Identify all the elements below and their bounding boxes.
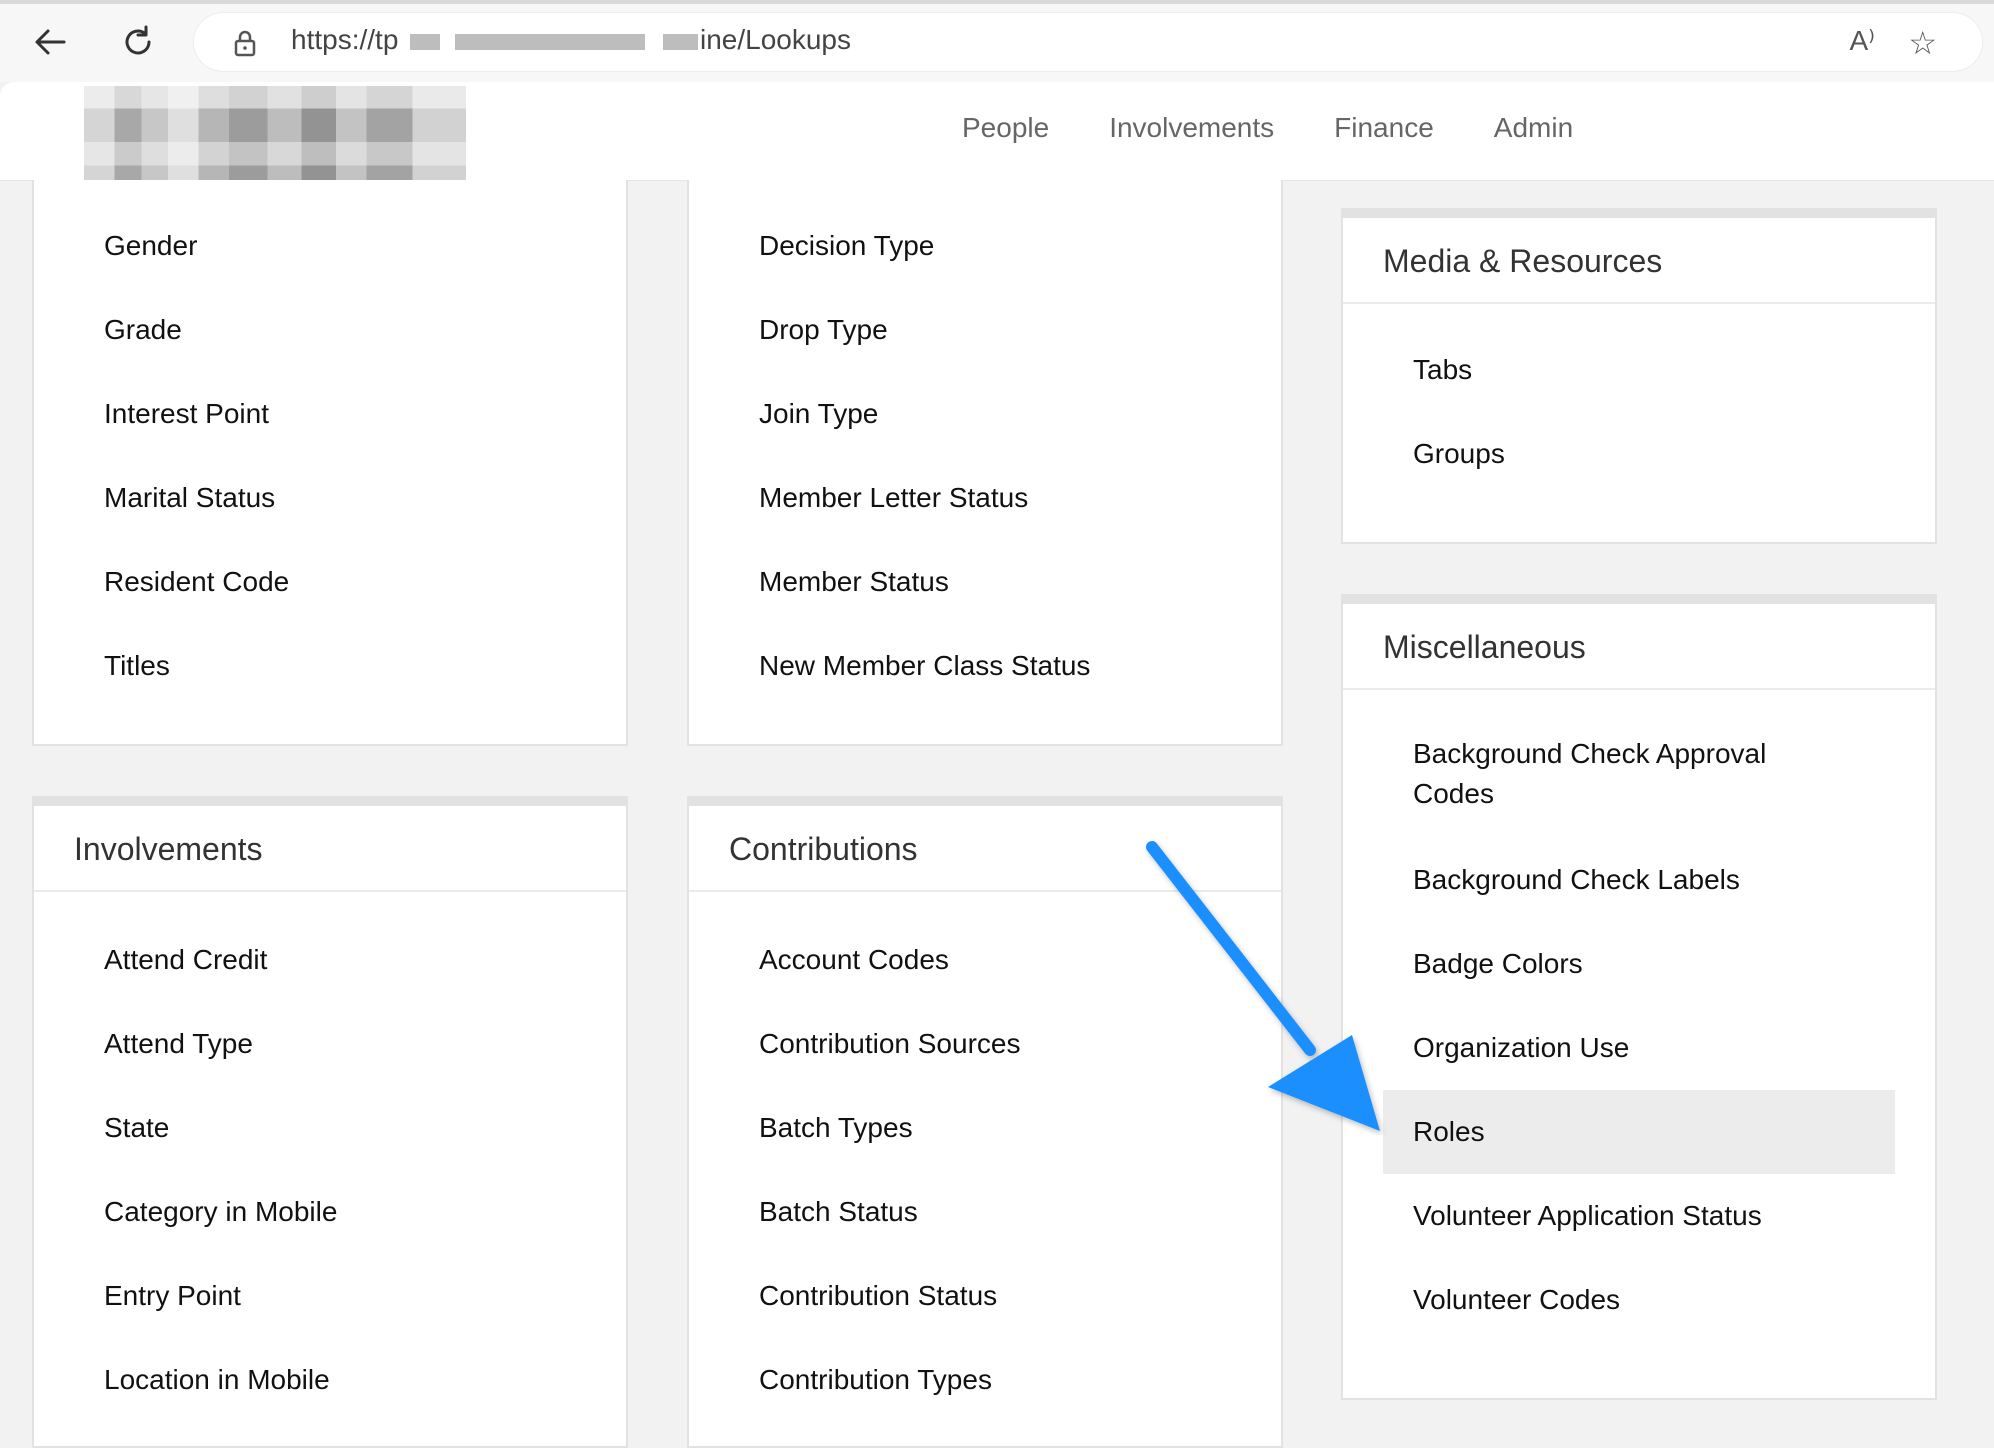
lookup-location-in-mobile[interactable]: Location in Mobile [34,1338,626,1422]
people-lookups-list: Gender Grade Interest Point Marital Stat… [34,204,626,708]
lookup-resident-code[interactable]: Resident Code [34,540,626,624]
lookup-groups[interactable]: Groups [1343,412,1935,496]
callout-arrow-icon [1146,841,1380,1131]
browser-toolbar: https://tp ine/Lookups A⁾ ☆ [0,0,1994,82]
involvements-title: Involvements [34,806,626,892]
involvements-list: Attend Credit Attend Type State Category… [34,918,626,1422]
redacted-url-part [410,34,440,50]
lookup-attend-type[interactable]: Attend Type [34,1002,626,1086]
media-resources-list: Tabs Groups [1343,328,1935,496]
lookup-member-letter-status[interactable]: Member Letter Status [689,456,1281,540]
read-aloud-icon[interactable]: A⁾ [1849,24,1875,57]
lookup-volunteer-codes[interactable]: Volunteer Codes [1343,1258,1935,1342]
lookup-entry-point[interactable]: Entry Point [34,1254,626,1338]
lookup-badge-colors[interactable]: Badge Colors [1343,922,1935,1006]
nav-people[interactable]: People [962,112,1049,144]
lookup-grade[interactable]: Grade [34,288,626,372]
media-resources-title: Media & Resources [1343,218,1935,304]
membership-lookups-card: Decision Type Drop Type Join Type Member… [687,180,1283,746]
nav-involvements[interactable]: Involvements [1109,112,1274,144]
lookup-batch-status[interactable]: Batch Status [689,1170,1281,1254]
back-arrow-icon [35,29,66,55]
membership-lookups-list: Decision Type Drop Type Join Type Member… [689,204,1281,708]
redacted-url-part [663,34,698,50]
lookup-attend-credit[interactable]: Attend Credit [34,918,626,1002]
lookup-drop-type[interactable]: Drop Type [689,288,1281,372]
miscellaneous-title: Miscellaneous [1343,604,1935,690]
url-prefix-text: https://tp [291,24,399,55]
miscellaneous-list: Background Check Approval Codes Backgrou… [1343,714,1935,1342]
lookup-interest-point[interactable]: Interest Point [34,372,626,456]
reload-button[interactable] [110,14,166,70]
url-suffix-text: ine/Lookups [700,24,852,55]
lookup-titles[interactable]: Titles [34,624,626,708]
involvements-card: Involvements Attend Credit Attend Type S… [32,796,628,1448]
lookup-volunteer-application-status[interactable]: Volunteer Application Status [1343,1174,1935,1258]
lookup-tabs[interactable]: Tabs [1343,328,1935,412]
lookup-category-in-mobile[interactable]: Category in Mobile [34,1170,626,1254]
browser-top-edge [0,0,1994,4]
nav-finance[interactable]: Finance [1334,112,1434,144]
app-header: People Involvements Finance Admin [0,82,1994,188]
favorite-star-icon[interactable]: ☆ [1908,24,1937,62]
nav-admin[interactable]: Admin [1494,112,1573,144]
lookup-gender[interactable]: Gender [34,204,626,288]
lookup-contribution-types[interactable]: Contribution Types [689,1338,1281,1422]
lookup-roles[interactable]: Roles [1383,1090,1895,1174]
redacted-url-part [455,34,645,50]
back-button[interactable] [22,14,78,70]
site-logo[interactable] [84,86,466,188]
people-lookups-card: Gender Grade Interest Point Marital Stat… [32,180,628,746]
lock-icon [233,29,257,62]
lookup-background-check-labels[interactable]: Background Check Labels [1343,838,1935,922]
miscellaneous-card: Miscellaneous Background Check Approval … [1341,594,1937,1400]
main-nav: People Involvements Finance Admin [962,112,1633,144]
address-bar[interactable]: https://tp ine/Lookups A⁾ ☆ [193,12,1983,72]
lookup-decision-type[interactable]: Decision Type [689,204,1281,288]
media-resources-card: Media & Resources Tabs Groups [1341,208,1937,544]
lookup-background-check-approval-codes[interactable]: Background Check Approval Codes [1343,714,1935,838]
lookup-new-member-class-status[interactable]: New Member Class Status [689,624,1281,708]
lookup-marital-status[interactable]: Marital Status [34,456,626,540]
lookup-state[interactable]: State [34,1086,626,1170]
reload-icon [125,25,151,55]
lookup-join-type[interactable]: Join Type [689,372,1281,456]
lookup-contribution-status[interactable]: Contribution Status [689,1254,1281,1338]
lookup-organization-use[interactable]: Organization Use [1343,1006,1935,1090]
lookup-member-status[interactable]: Member Status [689,540,1281,624]
